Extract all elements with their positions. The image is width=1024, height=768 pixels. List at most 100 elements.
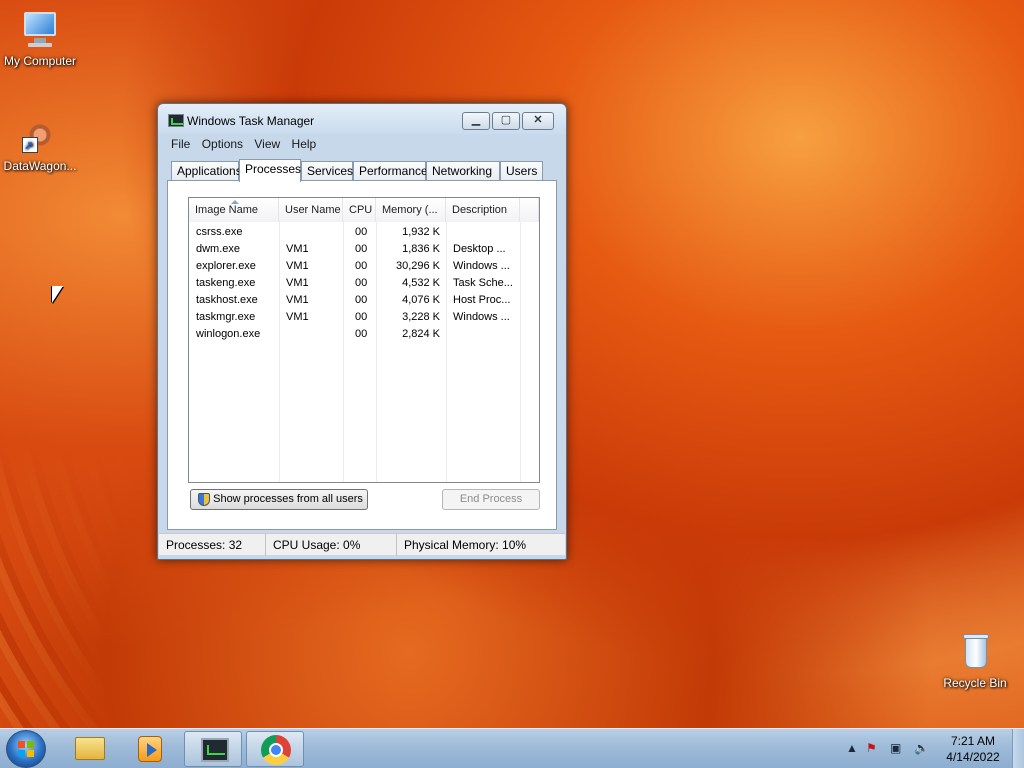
process-name: taskmgr.exe (196, 311, 256, 323)
network-icon[interactable]: ▣ (890, 741, 901, 755)
title-bar[interactable]: Windows Task Manager ▁ ▢ ✕ (158, 104, 566, 134)
datawagon-shortcut-icon: ↗ (20, 115, 60, 155)
tab-performance[interactable]: Performance (353, 161, 428, 181)
clock-date: 4/14/2022 (946, 750, 1000, 764)
taskbar-chrome-button[interactable] (246, 731, 304, 767)
maximize-button[interactable]: ▢ (492, 112, 520, 130)
desktop-icon-label: My Computer (3, 54, 77, 68)
status-bar: Processes: 32 CPU Usage: 0% Physical Mem… (159, 533, 565, 556)
column-filler (520, 198, 539, 222)
window-title: Windows Task Manager (187, 114, 315, 128)
process-memory: 30,296 K (395, 260, 440, 272)
menu-options[interactable]: Options (198, 135, 247, 153)
desktop-icon-recycle-bin[interactable]: Recycle Bin (935, 632, 1015, 690)
process-row[interactable]: csrss.exe 00 1,932 K (189, 224, 539, 241)
media-player-icon (138, 736, 162, 762)
taskbar-media-player-button[interactable] (120, 731, 178, 767)
chrome-icon (261, 735, 291, 765)
process-description: Windows ... (453, 311, 510, 323)
windows-logo-icon (18, 741, 34, 757)
column-description[interactable]: Description (446, 198, 520, 222)
end-process-button[interactable]: End Process (442, 489, 540, 510)
column-cpu[interactable]: CPU (343, 198, 376, 222)
process-memory: 4,532 K (402, 277, 440, 289)
taskbar: ▲ ⚑ ▣ 🔈 7:21 AM 4/14/2022 (0, 728, 1024, 768)
tab-applications[interactable]: Applications (171, 161, 242, 181)
process-name: winlogon.exe (196, 328, 261, 340)
process-row[interactable]: dwm.exe VM1 00 1,836 K Desktop ... (189, 241, 539, 258)
status-processes: Processes: 32 (159, 534, 266, 556)
column-memory[interactable]: Memory (... (376, 198, 446, 222)
tab-processes[interactable]: Processes (239, 159, 301, 182)
recycle-bin-icon (955, 632, 995, 672)
process-memory: 1,932 K (402, 226, 440, 238)
process-memory: 1,836 K (402, 243, 440, 255)
action-center-icon[interactable]: ⚑ (866, 741, 877, 755)
menu-file[interactable]: File (167, 135, 194, 153)
clock-time: 7:21 AM (950, 734, 996, 748)
process-cpu: 00 (355, 328, 368, 340)
process-row[interactable]: winlogon.exe 00 2,824 K (189, 326, 539, 343)
process-description: Desktop ... (453, 243, 506, 255)
processes-panel: Image Name User Name CPU Memory (... Des… (167, 180, 557, 530)
status-physical-memory: Physical Memory: 10% (404, 538, 527, 552)
folder-icon (75, 737, 105, 760)
computer-icon (20, 10, 60, 50)
process-user: VM1 (286, 294, 309, 306)
status-cpu-usage: CPU Usage: 0% (266, 534, 397, 556)
menu-help[interactable]: Help (288, 135, 321, 153)
process-cpu: 00 (355, 294, 368, 306)
process-row[interactable]: taskmgr.exe VM1 00 3,228 K Windows ... (189, 309, 539, 326)
minimize-button[interactable]: ▁ (462, 112, 490, 130)
process-memory: 2,824 K (402, 328, 440, 340)
taskbar-explorer-button[interactable] (60, 731, 118, 767)
process-name: taskeng.exe (196, 277, 256, 289)
column-image-name[interactable]: Image Name (189, 198, 279, 222)
tab-networking[interactable]: Networking (426, 161, 500, 181)
show-all-processes-label: Show processes from all users (213, 493, 363, 505)
system-tray: ▲ ⚑ ▣ 🔈 7:21 AM 4/14/2022 (842, 729, 1024, 768)
process-name: csrss.exe (196, 226, 243, 238)
process-cpu: 00 (355, 260, 368, 272)
desktop-icon-label: Recycle Bin (943, 676, 1007, 690)
menu-view[interactable]: View (250, 135, 284, 153)
tab-services[interactable]: Services (301, 161, 353, 181)
process-user: VM1 (286, 311, 309, 323)
volume-icon[interactable]: 🔈 (914, 741, 929, 755)
desktop-icon-my-computer[interactable]: My Computer (0, 10, 80, 68)
start-button[interactable] (6, 730, 46, 768)
process-user: VM1 (286, 260, 309, 272)
clock[interactable]: 7:21 AM 4/14/2022 (938, 733, 1008, 765)
show-all-processes-button[interactable]: Show processes from all users (190, 489, 368, 510)
process-cpu: 00 (355, 243, 368, 255)
process-cpu: 00 (355, 311, 368, 323)
process-name: taskhost.exe (196, 294, 258, 306)
process-memory: 4,076 K (402, 294, 440, 306)
process-user: VM1 (286, 277, 309, 289)
task-manager-icon (201, 738, 229, 762)
process-row[interactable]: explorer.exe VM1 00 30,296 K Windows ... (189, 258, 539, 275)
chevron-up-icon[interactable]: ▲ (846, 741, 858, 755)
task-manager-icon (168, 114, 184, 127)
desktop-icon-label: DataWagon... (3, 159, 77, 173)
process-row[interactable]: taskhost.exe VM1 00 4,076 K Host Proc... (189, 292, 539, 309)
desktop-icon-datawagon[interactable]: ↗ DataWagon... (0, 115, 80, 173)
taskbar-task-manager-button[interactable] (184, 731, 242, 767)
process-name: dwm.exe (196, 243, 241, 255)
menu-bar: File Options View Help (167, 135, 320, 153)
tab-users[interactable]: Users (500, 161, 543, 181)
process-name: explorer.exe (196, 260, 256, 272)
process-cpu: 00 (355, 277, 368, 289)
mouse-cursor-icon (52, 286, 63, 303)
uac-shield-icon (198, 493, 210, 506)
show-desktop-button[interactable] (1012, 729, 1024, 768)
column-user-name[interactable]: User Name (279, 198, 343, 222)
process-user: VM1 (286, 243, 309, 255)
close-button[interactable]: ✕ (522, 112, 554, 130)
process-description: Host Proc... (453, 294, 511, 306)
process-description: Task Sche... (453, 277, 513, 289)
process-cpu: 00 (355, 226, 368, 238)
task-manager-window[interactable]: Windows Task Manager ▁ ▢ ✕ File Options … (157, 103, 567, 560)
process-row[interactable]: taskeng.exe VM1 00 4,532 K Task Sche... (189, 275, 539, 292)
process-list[interactable]: Image Name User Name CPU Memory (... Des… (188, 197, 540, 483)
